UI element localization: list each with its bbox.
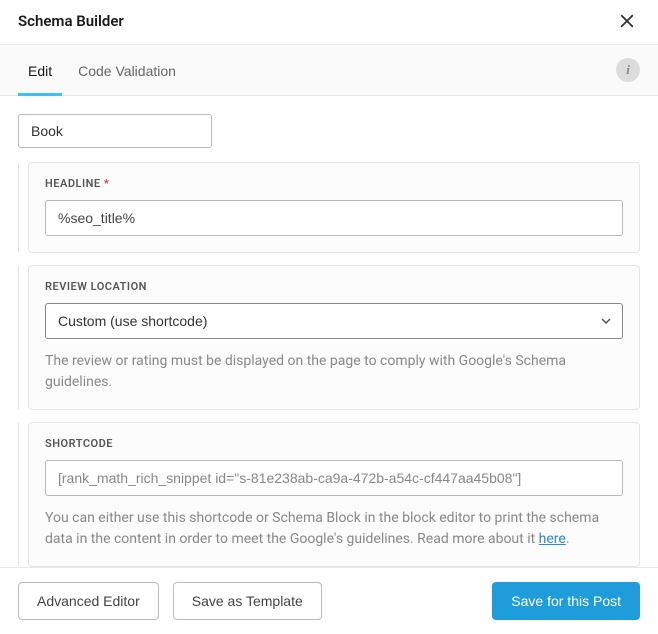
content-area: HEADLINE * REVIEW LOCATION Custom (use s… [0,96,658,575]
schema-type-input[interactable] [18,114,212,148]
modal-title: Schema Builder [18,12,124,30]
review-location-select[interactable]: Custom (use shortcode) [45,303,623,339]
modal-header: Schema Builder [0,0,658,45]
review-location-help: The review or rating must be displayed o… [45,351,623,393]
shortcode-help: You can either use this shortcode or Sch… [45,508,623,550]
close-button[interactable] [614,8,640,34]
advanced-editor-button[interactable]: Advanced Editor [18,582,159,620]
info-button[interactable]: i [616,58,640,82]
field-shortcode: SHORTCODE You can either use this shortc… [28,422,640,567]
info-icon: i [626,62,630,78]
field-review-location: REVIEW LOCATION Custom (use shortcode) T… [28,265,640,410]
headline-label: HEADLINE * [45,177,623,190]
headline-input[interactable] [45,200,623,236]
shortcode-label: SHORTCODE [45,437,623,450]
review-location-label: REVIEW LOCATION [45,280,623,293]
modal-footer: Advanced Editor Save as Template Save fo… [0,567,658,634]
shortcode-input[interactable] [45,460,623,496]
save-post-button[interactable]: Save for this Post [492,582,640,620]
close-icon [618,12,636,30]
tab-code-validation[interactable]: Code Validation [62,45,192,95]
tab-edit[interactable]: Edit [18,45,62,95]
tab-bar: Edit Code Validation i [0,45,658,96]
shortcode-help-link[interactable]: here [539,531,566,547]
field-headline: HEADLINE * [28,162,640,253]
required-marker: * [104,177,109,190]
save-template-button[interactable]: Save as Template [173,582,322,620]
